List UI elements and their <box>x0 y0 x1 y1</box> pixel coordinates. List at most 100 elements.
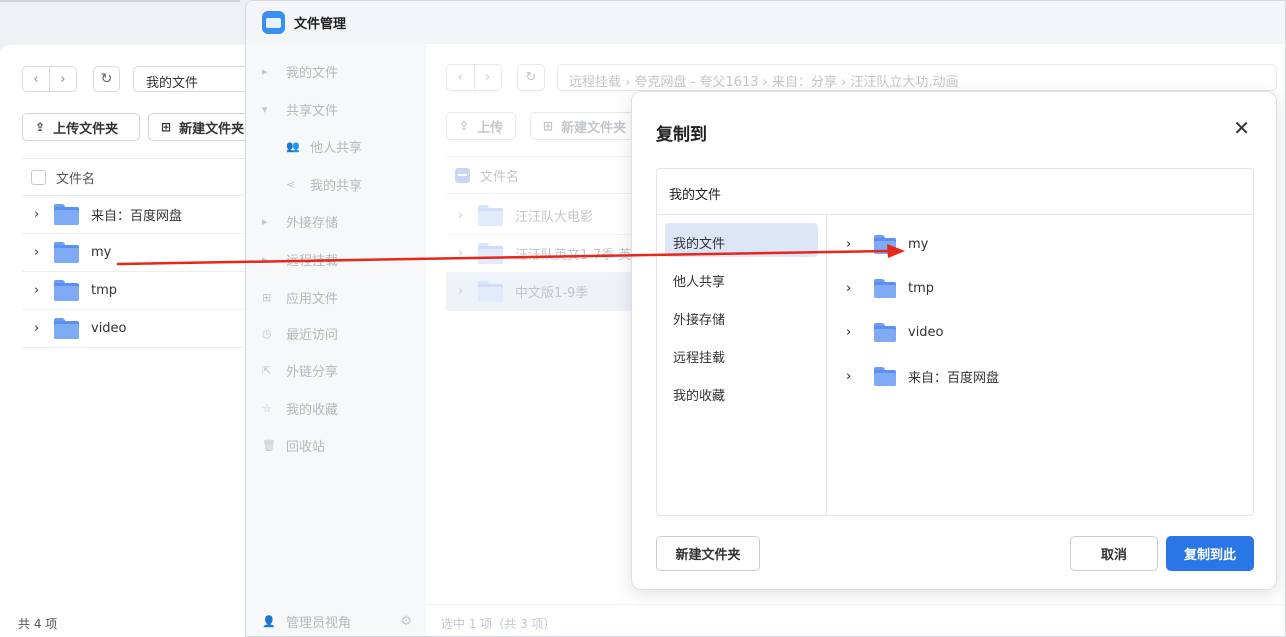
file-name: 汪汪队大电影 <box>515 210 594 225</box>
copy-to-dialog: 复制到 ✕ 我的文件 我的文件 他人共享 外接存储 远程挂载 我的收藏 › my… <box>631 91 1277 590</box>
chevron-right-icon[interactable]: › <box>458 284 478 299</box>
new-folder-button[interactable]: ⊞ 新建文件夹 <box>148 113 260 141</box>
sidebar-item-recycle-bin[interactable]: 🗑 回收站 <box>262 435 325 455</box>
location-favorites[interactable]: 我的收藏 <box>665 375 818 409</box>
breadcrumb[interactable]: 远程挂载 › 夸克网盘 - 夸父1613 › 来自：分享 › 汪汪队立大功.动画 <box>557 64 1277 91</box>
star-icon: ☆ <box>262 401 272 415</box>
chevron-right-icon[interactable]: › <box>34 207 54 222</box>
history-nav: ‹ › <box>22 66 77 92</box>
file-name: tmp <box>91 283 118 298</box>
folder-tree: › my › tmp › video › 来自：百度网盘 <box>828 215 1253 515</box>
upload-folder-label: 上传文件夹 <box>53 121 119 137</box>
users-icon: 👥 <box>286 139 300 153</box>
location-my-files[interactable]: 我的文件 <box>665 223 818 257</box>
copy-here-button[interactable]: 复制到此 <box>1166 536 1254 571</box>
upload-icon: ⇪ <box>35 120 46 134</box>
sidebar-label: 远程挂载 <box>286 253 339 269</box>
folder-tree-item[interactable]: › video <box>846 320 944 344</box>
upload-button[interactable]: ⇪ 上传 <box>446 112 517 140</box>
admin-view-toggle[interactable]: 👤 管理员视角 ⚙ <box>262 612 412 631</box>
sidebar-label: 我的文件 <box>286 65 339 81</box>
user-icon: 👤 <box>262 615 276 628</box>
folder-name: 来自：百度网盘 <box>908 370 1000 386</box>
file-row[interactable]: › video <box>22 310 260 348</box>
path-bar[interactable]: 我的文件 <box>133 66 260 92</box>
chevron-right-icon[interactable]: › <box>846 369 874 384</box>
refresh-icon[interactable]: ↻ <box>517 64 545 91</box>
new-folder-icon: ⊞ <box>543 119 554 133</box>
caret-right-icon: ▸ <box>262 214 268 228</box>
sidebar-item-shared-by-others[interactable]: 👥 他人共享 <box>286 136 362 156</box>
sidebar-item-recent[interactable]: ◷ 最近访问 <box>262 323 338 343</box>
upload-label: 上传 <box>477 120 504 136</box>
location-shared-by-others[interactable]: 他人共享 <box>665 261 818 295</box>
gear-icon[interactable]: ⚙ <box>400 614 412 629</box>
sidebar-label: 外链分享 <box>286 364 339 380</box>
forward-icon[interactable]: › <box>473 65 502 90</box>
file-name: my <box>91 245 112 260</box>
chevron-right-icon[interactable]: › <box>34 283 54 298</box>
sidebar-item-app-files[interactable]: ⊞ 应用文件 <box>262 287 338 307</box>
select-all-checkbox[interactable] <box>31 169 46 185</box>
upload-icon: ⇪ <box>459 119 470 133</box>
apps-icon: ⊞ <box>262 290 272 304</box>
file-list-header: 文件名 <box>22 158 260 196</box>
chevron-right-icon[interactable]: › <box>34 321 54 336</box>
file-row[interactable]: › 来自：百度网盘 <box>22 196 260 234</box>
sidebar-item-remote-mount[interactable]: ▸ 远程挂载 <box>262 249 338 269</box>
refresh-icon[interactable]: ↻ <box>93 66 120 92</box>
background-file-window: ‹ › ↻ 我的文件 ⇪ 上传文件夹 ⊞ 新建文件夹 文件名 › 来自：百度网盘… <box>0 45 260 637</box>
chevron-right-icon[interactable]: › <box>846 325 874 340</box>
cancel-button[interactable]: 取消 <box>1070 536 1158 571</box>
select-all-checkbox[interactable] <box>455 167 470 183</box>
folder-icon <box>54 280 79 301</box>
folder-tree-item[interactable]: › 来自：百度网盘 <box>846 364 999 388</box>
close-icon[interactable]: ✕ <box>1233 118 1250 138</box>
admin-view-label: 管理员视角 <box>286 616 352 631</box>
location-list: 我的文件 他人共享 外接存储 远程挂载 我的收藏 <box>657 215 827 515</box>
folder-tree-item[interactable]: › tmp <box>846 276 934 300</box>
clock-icon: ◷ <box>262 326 272 340</box>
sidebar-label: 外接存储 <box>286 215 339 231</box>
file-name: 来自：百度网盘 <box>91 209 183 224</box>
sidebar-item-shared-files[interactable]: ▾ 共享文件 <box>262 99 338 119</box>
file-row[interactable]: › my <box>22 234 260 272</box>
new-folder-label: 新建文件夹 <box>561 120 627 136</box>
folder-icon <box>54 318 79 339</box>
file-row[interactable]: › tmp <box>22 272 260 310</box>
title-bar[interactable]: 文件管理 <box>246 1 1285 44</box>
external-link-icon: ⇱ <box>262 363 272 377</box>
chevron-right-icon[interactable]: › <box>846 281 874 296</box>
location-external-storage[interactable]: 外接存储 <box>665 299 818 333</box>
caret-right-icon: ▸ <box>262 64 268 78</box>
folder-picker: 我的文件 我的文件 他人共享 外接存储 远程挂载 我的收藏 › my › tmp… <box>656 168 1254 516</box>
caret-down-icon: ▾ <box>262 102 268 116</box>
chevron-right-icon[interactable]: › <box>34 245 54 260</box>
folder-name: my <box>908 236 929 252</box>
chevron-right-icon[interactable]: › <box>846 237 874 252</box>
folder-tree-item[interactable]: › my <box>846 232 928 256</box>
sidebar: ▸ 我的文件 ▾ 共享文件 👥 他人共享 ⋖ 我的共享 ▸ 外接存储 ▸ 远程挂载 ⊞ 应用文… <box>246 44 426 636</box>
new-folder-icon: ⊞ <box>161 120 172 134</box>
new-folder-button[interactable]: 新建文件夹 <box>656 536 760 571</box>
chevron-right-icon[interactable]: › <box>458 208 478 223</box>
dialog-title: 复制到 <box>656 125 707 145</box>
location-remote-mount[interactable]: 远程挂载 <box>665 337 818 371</box>
sidebar-item-favorites[interactable]: ☆ 我的收藏 <box>262 398 338 418</box>
new-folder-button[interactable]: ⊞ 新建文件夹 <box>530 112 640 140</box>
sidebar-item-link-share[interactable]: ⇱ 外链分享 <box>262 360 338 380</box>
sidebar-item-my-files[interactable]: ▸ 我的文件 <box>262 61 338 81</box>
upload-folder-button[interactable]: ⇪ 上传文件夹 <box>22 113 140 141</box>
chevron-right-icon[interactable]: › <box>458 246 478 261</box>
picker-path: 我的文件 <box>657 169 1253 215</box>
folder-icon <box>478 281 503 302</box>
forward-icon[interactable]: › <box>49 67 76 91</box>
sidebar-label: 我的收藏 <box>286 402 339 418</box>
folder-icon <box>54 204 79 225</box>
back-icon[interactable]: ‹ <box>23 67 49 91</box>
column-filename: 文件名 <box>480 169 520 185</box>
sidebar-item-my-shares[interactable]: ⋖ 我的共享 <box>286 174 362 194</box>
back-icon[interactable]: ‹ <box>447 65 474 90</box>
sidebar-item-external-storage[interactable]: ▸ 外接存储 <box>262 211 338 231</box>
file-name: 汪汪队英文1-7季 英 <box>515 248 632 263</box>
